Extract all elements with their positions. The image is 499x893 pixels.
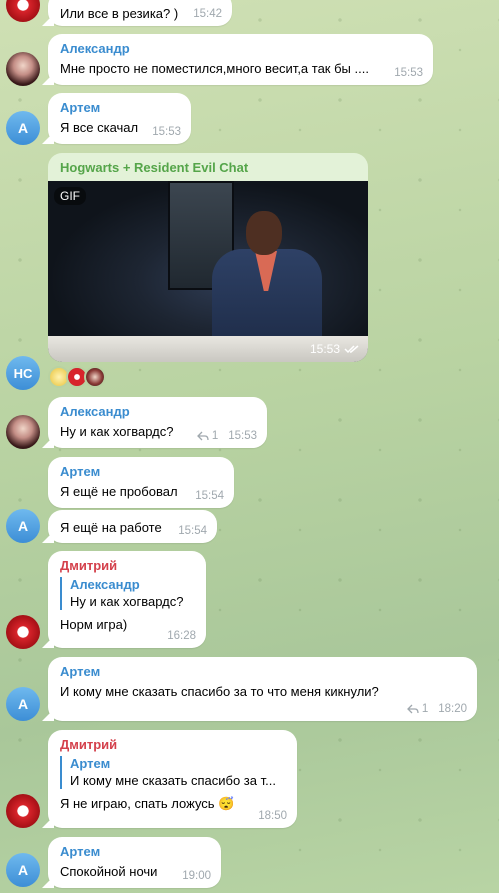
gif-scene-person [198, 211, 322, 349]
gif-badge: GIF [54, 187, 86, 205]
message-text: И кому мне сказать спасибо за то что мен… [60, 684, 379, 699]
quote-sender: Артем [70, 756, 111, 771]
sender-name[interactable]: Дмитрий [60, 558, 194, 574]
message-time: 18:20 [438, 703, 467, 715]
sender-name[interactable]: Артем [60, 844, 209, 860]
quote-text: И кому мне сказать спасибо за т... [70, 773, 276, 788]
sender-name[interactable]: Артем [60, 464, 222, 480]
replies-count[interactable]: 1 [406, 703, 428, 715]
quote-text: Ну и как хогвардс? [70, 594, 184, 609]
message-bubble[interactable]: Артем Я все скачал 15:53 [48, 93, 191, 144]
avatar[interactable]: HC [6, 356, 40, 390]
message-text: Мне просто не поместился,много весит,а т… [60, 61, 369, 76]
quote-sender: Александр [70, 577, 140, 592]
message-time: 16:28 [167, 630, 196, 642]
avatar[interactable]: A [6, 111, 40, 145]
message-time: 18:50 [258, 810, 287, 822]
message-time: 15:42 [193, 8, 222, 20]
reactions-row[interactable] [48, 366, 106, 388]
gif-message[interactable]: Hogwarts + Resident Evil Chat GIF 15:53 [48, 153, 368, 362]
message-bubble[interactable]: Или все в резика? ) 15:42 [48, 0, 232, 26]
message-bubble[interactable]: Артем И кому мне сказать спасибо за то ч… [48, 657, 477, 721]
replies-count[interactable]: 1 [196, 430, 218, 442]
sender-name[interactable]: Hogwarts + Resident Evil Chat [60, 160, 248, 176]
message-bubble[interactable]: Дмитрий Александр Ну и как хогвардс? Нор… [48, 551, 206, 648]
avatar[interactable] [6, 615, 40, 649]
sender-name[interactable]: Александр [60, 404, 255, 420]
reply-quote[interactable]: Артем И кому мне сказать спасибо за т... [60, 756, 285, 789]
avatar[interactable] [6, 0, 40, 22]
message-time: 15:53 [394, 67, 423, 79]
avatar[interactable] [6, 794, 40, 828]
message-time: 15:53 [309, 342, 340, 356]
message-bubble[interactable]: Я ещё на работе 15:54 [48, 510, 217, 543]
sleeping-emoji-icon: 😴 [218, 796, 235, 811]
sender-name[interactable]: Артем [60, 100, 179, 116]
sender-name[interactable]: Артем [60, 664, 465, 680]
double-check-icon [344, 345, 359, 354]
sender-name[interactable]: Александр [60, 41, 421, 57]
reply-icon [406, 704, 419, 714]
avatar[interactable]: A [6, 687, 40, 721]
avatar[interactable]: A [6, 509, 40, 543]
avatar[interactable] [6, 52, 40, 86]
gif-preview[interactable]: GIF 15:53 [48, 181, 368, 362]
message-time: 15:54 [178, 525, 207, 537]
message-time: 15:53 [152, 126, 181, 138]
message-bubble[interactable]: Дмитрий Артем И кому мне сказать спасибо… [48, 730, 297, 828]
reply-quote[interactable]: Александр Ну и как хогвардс? [60, 577, 194, 610]
reaction-avatar[interactable] [84, 366, 106, 388]
sender-name[interactable]: Дмитрий [60, 737, 285, 753]
message-bubble[interactable]: Александр Ну и как хогвардс? 1 15:53 [48, 397, 267, 448]
message-bubble[interactable]: Александр Мне просто не поместился,много… [48, 34, 433, 85]
message-time: 15:53 [228, 430, 257, 442]
message-bubble[interactable]: Артем Я ещё не пробовал 15:54 [48, 457, 234, 508]
message-bubble[interactable]: Артем Спокойной ночи 19:00 [48, 837, 221, 888]
avatar[interactable] [6, 415, 40, 449]
message-time: 19:00 [182, 870, 211, 882]
message-text: Я не играю, спать ложусь 😴 [60, 796, 235, 811]
message-time: 15:54 [195, 490, 224, 502]
avatar[interactable]: A [6, 853, 40, 887]
reply-icon [196, 431, 209, 441]
